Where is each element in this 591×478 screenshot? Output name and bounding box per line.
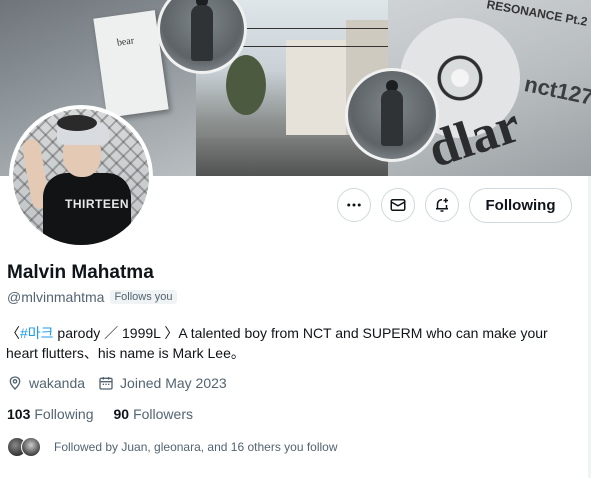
following-count: 103	[7, 406, 31, 422]
follows-you-badge: Follows you	[110, 290, 177, 304]
bell-plus-icon	[436, 198, 448, 212]
profile-meta: wakanda Joined May 2023	[7, 375, 240, 391]
banner-album-title: RESONANCE Pt.2	[485, 0, 589, 29]
banner-building	[286, 40, 346, 135]
banner-album-brand: nct127	[522, 71, 591, 110]
followed-by-text: Followed by Juan, gleonara, and 16 other…	[54, 440, 338, 454]
bio-text: parody ／ 1999L 〉A talented boy from NCT …	[6, 325, 548, 361]
location-pin-icon	[9, 376, 21, 390]
bio-prefix: 〈	[6, 325, 20, 341]
avatar-shirt-text: THIRTEEN	[65, 197, 129, 211]
avatar-cap	[57, 115, 97, 131]
followed-by-row[interactable]: Followed by Juan, gleonara, and 16 other…	[7, 437, 338, 457]
banner-tree	[226, 55, 266, 115]
avatar-shirt: THIRTEEN	[43, 173, 131, 245]
location-item: wakanda	[7, 375, 85, 391]
envelope-icon	[390, 199, 406, 211]
joined-text: Joined May 2023	[120, 375, 227, 391]
calendar-icon	[99, 377, 113, 390]
handle-row: @mlvinmahtma Follows you	[7, 289, 177, 305]
bubble-person	[191, 5, 213, 62]
joined-item: Joined May 2023	[98, 375, 227, 391]
following-count-link[interactable]: 103 Following	[7, 406, 94, 422]
banner-photo-bubble	[345, 68, 439, 162]
profile-name: Malvin Mahatma	[7, 262, 154, 283]
following-label: Following	[34, 406, 94, 422]
bio-hashtag-link[interactable]: #마크	[20, 325, 54, 341]
followed-by-avatars	[7, 437, 45, 457]
followers-count: 90	[113, 406, 130, 422]
following-button[interactable]: Following	[469, 188, 572, 223]
banner-book-label: bear	[116, 35, 135, 49]
followers-count-link[interactable]: 90 Followers	[114, 406, 193, 422]
profile-avatar[interactable]: THIRTEEN	[9, 105, 153, 249]
location-text: wakanda	[29, 375, 86, 391]
profile-handle: @mlvinmahtma	[7, 289, 105, 305]
mini-avatar	[21, 437, 41, 457]
more-button[interactable]	[337, 188, 371, 222]
followers-label: Followers	[133, 406, 193, 422]
follow-counts: 103 Following 90 Followers	[7, 406, 213, 422]
profile-bio: 〈#마크 parody ／ 1999L 〉A talented boy from…	[6, 323, 581, 363]
bubble-person	[381, 90, 403, 147]
message-button[interactable]	[381, 188, 415, 222]
more-horizontal-icon	[347, 203, 361, 207]
notify-button[interactable]	[425, 188, 459, 222]
